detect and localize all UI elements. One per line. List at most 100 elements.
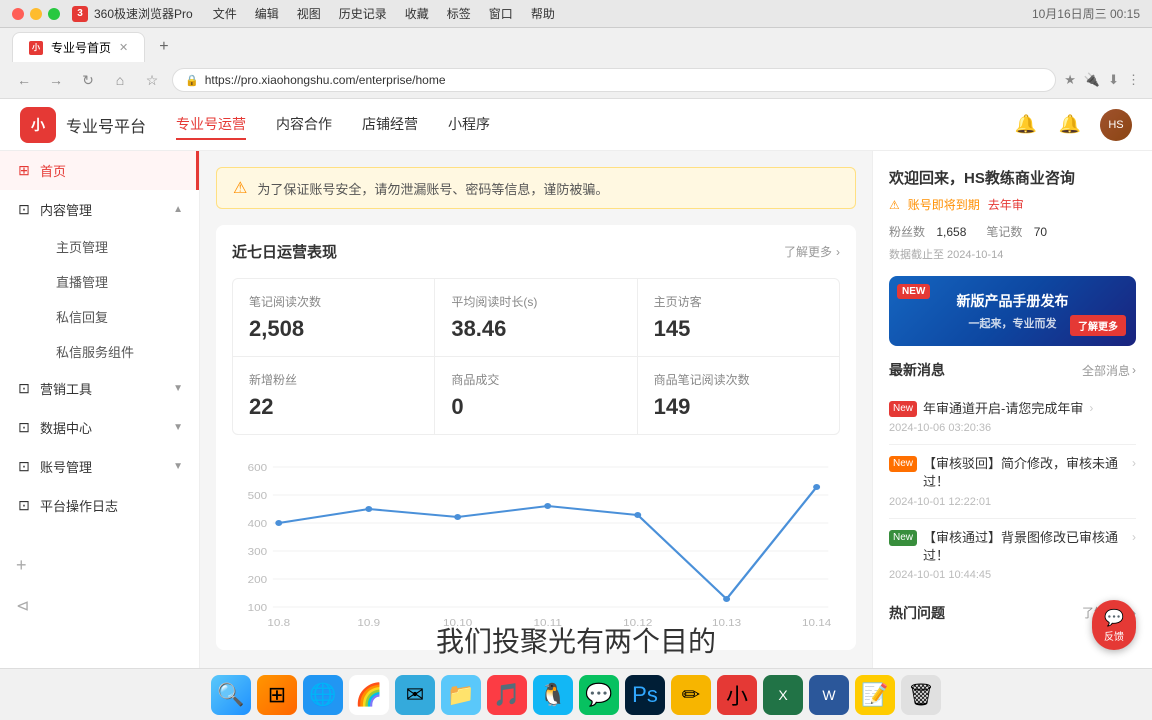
tab-close-button[interactable]: ✕ — [119, 41, 128, 54]
warning-small-icon: ⚠ — [889, 198, 900, 212]
feedback-button[interactable]: 💬 反馈 — [1092, 600, 1136, 650]
banner-cta[interactable]: 了解更多 — [1070, 315, 1126, 336]
dock-notes[interactable]: 📝 — [855, 675, 895, 715]
browser-right-icons: ★ 🔌 ⬇ ⋮ — [1064, 72, 1140, 88]
dock-files[interactable]: 📁 — [441, 675, 481, 715]
menu-item[interactable]: 收藏 — [405, 5, 429, 22]
menu-item[interactable]: 标签 — [447, 5, 471, 22]
sidebar-item-marketing[interactable]: ⊡ 营销工具 ▼ — [0, 369, 199, 408]
data-center-label: 数据中心 — [40, 418, 92, 437]
all-news-link[interactable]: 全部消息 › — [1082, 362, 1136, 379]
arrow-right-icon: › — [836, 245, 840, 259]
dock-word[interactable]: W — [809, 675, 849, 715]
logo-text: 专业号平台 — [66, 113, 146, 137]
sidebar-item-live-mgmt[interactable]: 直播管理 — [40, 264, 199, 299]
sidebar-item-account-mgmt[interactable]: ⊡ 账号管理 ▼ — [0, 447, 199, 486]
menu-item[interactable]: 帮助 — [531, 5, 555, 22]
dock-chrome[interactable]: 🌈 — [349, 675, 389, 715]
menu-item[interactable]: 编辑 — [255, 5, 279, 22]
header-nav-item-小程序[interactable]: 小程序 — [448, 110, 490, 140]
news-header: 最新消息 全部消息 › — [889, 360, 1136, 380]
sidebar-item-dm-service[interactable]: 私信服务组件 — [40, 334, 199, 369]
menu-bar[interactable]: 文件 编辑 视图 历史记录 收藏 标签 窗口 帮助 — [213, 5, 555, 22]
news-item-title: New 【审核驳回】简介修改，审核未通过！ › — [889, 455, 1136, 491]
sidebar-item-logs[interactable]: ⊡ 平台操作日志 — [0, 486, 199, 525]
chevron-down-icon-data: ▼ — [173, 422, 183, 433]
maximize-button[interactable] — [48, 8, 60, 20]
notification-bell-icon[interactable]: 🔔 — [1012, 111, 1040, 139]
performance-link[interactable]: 了解更多 › — [784, 243, 840, 260]
sidebar-collapse-item[interactable]: ⊲ — [0, 586, 199, 626]
marketing-icon: ⊡ — [16, 381, 32, 397]
dock-360browser[interactable]: 🌐 — [303, 675, 343, 715]
sidebar-item-homepage-mgmt[interactable]: 主页管理 — [40, 229, 199, 264]
dock-trash[interactable]: 🗑 — [901, 675, 941, 715]
performance-link-text: 了解更多 — [784, 243, 832, 260]
stat-cell-5: 商品笔记阅读次数149 — [638, 357, 839, 434]
stat-label: 新增粉丝 — [249, 371, 418, 388]
sidebar: ⊞ 首页 ⊡ 内容管理 ▲ 主页管理 直播管理 私信回复 私信服务组件 ⊡ 营销… — [0, 151, 200, 680]
download-icon[interactable]: ⬇ — [1108, 72, 1119, 88]
dock-music[interactable]: 🎵 — [487, 675, 527, 715]
tab-favicon: 小 — [29, 41, 43, 55]
sidebar-item-content-management[interactable]: ⊡ 内容管理 ▲ — [0, 190, 199, 229]
news-item-title: New 年审通道开启-请您完成年审 › — [889, 400, 1136, 418]
sidebar-add-item[interactable]: + — [0, 545, 199, 586]
dock-sketch[interactable]: ✏ — [671, 675, 711, 715]
address-bar[interactable]: 🔒 https://pro.xiaohongshu.com/enterprise… — [172, 68, 1056, 92]
news-item-1[interactable]: New 【审核驳回】简介修改，审核未通过！ › 2024-10-01 12:22… — [889, 445, 1136, 518]
notes-stat: 笔记数 70 — [986, 223, 1047, 240]
header-nav-item-内容合作[interactable]: 内容合作 — [276, 110, 332, 140]
star-icon[interactable]: ★ — [1064, 72, 1076, 88]
news-item-0[interactable]: New 年审通道开启-请您完成年审 › 2024-10-06 03:20:36 — [889, 390, 1136, 445]
dock-launchpad[interactable]: ⊞ — [257, 675, 297, 715]
dock-xhs[interactable]: 小 — [717, 675, 757, 715]
menu-item[interactable]: 历史记录 — [339, 5, 387, 22]
browser-tab-active[interactable]: 小 专业号首页 ✕ — [12, 32, 145, 62]
dock-wechat[interactable]: 💬 — [579, 675, 619, 715]
extension-icon[interactable]: 🔌 — [1084, 72, 1100, 88]
home-button[interactable]: ⌂ — [108, 68, 132, 92]
news-item-2[interactable]: New 【审核通过】背景图修改已审核通过！ › 2024-10-01 10:44… — [889, 519, 1136, 591]
bookmark-button[interactable]: ☆ — [140, 68, 164, 92]
settings-icon[interactable]: ⋮ — [1127, 72, 1140, 88]
menu-item[interactable]: 文件 — [213, 5, 237, 22]
content-icon: ⊡ — [16, 202, 32, 218]
followers-stat: 粉丝数 1,658 — [889, 223, 966, 240]
menu-item[interactable]: 窗口 — [489, 5, 513, 22]
stat-label: 平均阅读时长(s) — [451, 293, 620, 310]
dock-email[interactable]: ✉ — [395, 675, 435, 715]
chart-container: 600 500 400 300 200 100 — [232, 451, 840, 634]
chart-point — [544, 503, 551, 509]
sidebar-item-home[interactable]: ⊞ 首页 — [0, 151, 199, 190]
sidebar-item-data-center[interactable]: ⊡ 数据中心 ▼ — [0, 408, 199, 447]
dock-qq[interactable]: 🐧 — [533, 675, 573, 715]
main-layout: ⊞ 首页 ⊡ 内容管理 ▲ 主页管理 直播管理 私信回复 私信服务组件 ⊡ 营销… — [0, 151, 1152, 680]
stat-value: 22 — [249, 394, 418, 420]
header-nav-item-店铺经营[interactable]: 店铺经营 — [362, 110, 418, 140]
svg-text:300: 300 — [248, 547, 267, 558]
dock-finder[interactable]: 🔍 — [211, 675, 251, 715]
collapse-icon: ⊲ — [16, 596, 29, 616]
dock-ps[interactable]: Ps — [625, 675, 665, 715]
back-button[interactable]: ← — [12, 68, 36, 92]
welcome-title: 欢迎回来，HS教练商业咨询 — [889, 167, 1136, 188]
news-item-arrow: › — [1132, 529, 1136, 546]
promo-banner[interactable]: NEW 新版产品手册发布 一起来，专业而发 了解更多 — [889, 276, 1136, 346]
forward-button[interactable]: → — [44, 68, 68, 92]
minimize-button[interactable] — [30, 8, 42, 20]
news-list: New 年审通道开启-请您完成年审 › 2024-10-06 03:20:36 … — [889, 390, 1136, 591]
stat-cell-2: 主页访客145 — [638, 279, 839, 356]
dock-excel[interactable]: X — [763, 675, 803, 715]
refresh-button[interactable]: ↻ — [76, 68, 100, 92]
menu-item[interactable]: 视图 — [297, 5, 321, 22]
news-item-text: 【审核驳回】简介修改，审核未通过！ — [923, 455, 1126, 491]
header-nav-item-专业号运营[interactable]: 专业号运营 — [176, 110, 246, 140]
user-avatar[interactable]: HS — [1100, 109, 1132, 141]
close-button[interactable] — [12, 8, 24, 20]
year-review-link[interactable]: 去年审 — [988, 196, 1024, 213]
new-tab-button[interactable]: + — [149, 32, 178, 62]
alert-icon[interactable]: 🔔 — [1056, 111, 1084, 139]
sidebar-item-dm-reply[interactable]: 私信回复 — [40, 299, 199, 334]
chevron-up-icon: ▲ — [173, 204, 183, 215]
